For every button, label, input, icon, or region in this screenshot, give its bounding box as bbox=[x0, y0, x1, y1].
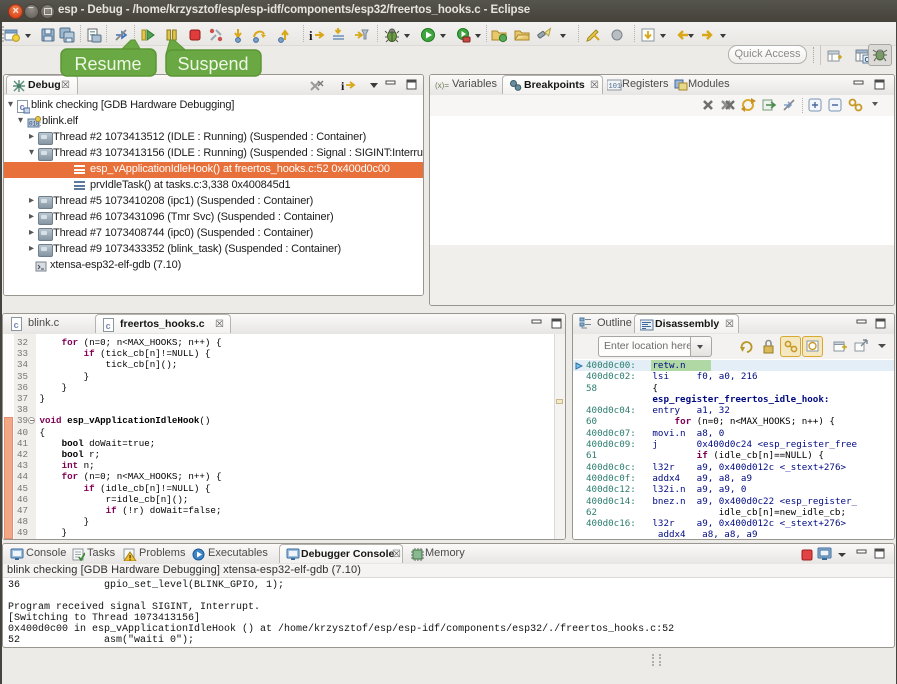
svg-text:Suspend: Suspend bbox=[177, 54, 248, 74]
svg-text:Resume: Resume bbox=[74, 54, 141, 74]
svg-text:(x)=: (x)= bbox=[435, 81, 449, 90]
svg-text:i: i bbox=[341, 79, 345, 92]
svg-text:i: i bbox=[309, 28, 313, 43]
svg-text:1010: 1010 bbox=[609, 83, 623, 91]
svg-text:c: c bbox=[106, 322, 111, 332]
svg-text:c: c bbox=[14, 321, 19, 331]
